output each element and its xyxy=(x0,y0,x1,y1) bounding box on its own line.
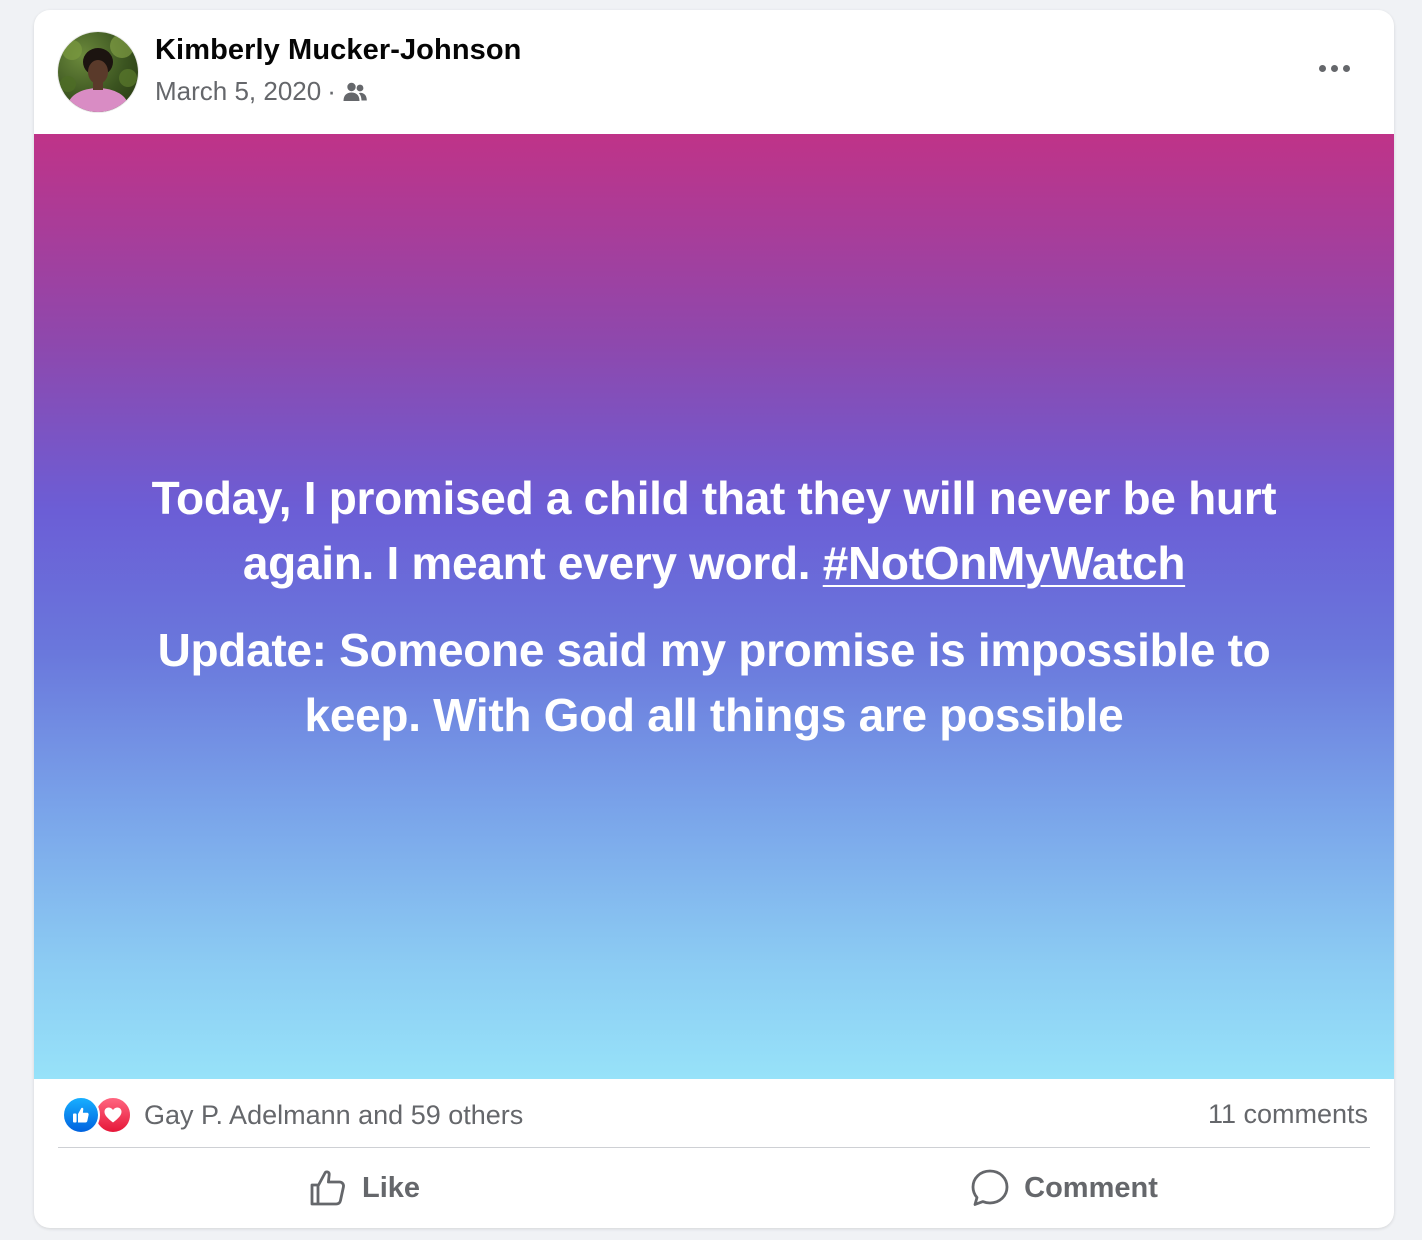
author-avatar[interactable] xyxy=(58,32,138,112)
post-stats: Gay P. Adelmann and 59 others 11 comment… xyxy=(34,1079,1394,1147)
meta-separator: · xyxy=(327,76,336,106)
post-background: Today, I promised a child that they will… xyxy=(34,134,1394,1079)
author-name[interactable]: Kimberly Mucker-Johnson xyxy=(155,34,522,67)
like-button[interactable]: Like xyxy=(34,1152,714,1224)
reactions-summary[interactable]: Gay P. Adelmann and 59 others xyxy=(62,1096,523,1134)
friends-icon[interactable] xyxy=(342,81,368,103)
post-text-line-1: Today, I promised a child that they will… xyxy=(124,466,1304,596)
like-reaction-icon xyxy=(62,1096,100,1134)
post-card: Kimberly Mucker-Johnson March 5, 2020 · … xyxy=(34,10,1394,1228)
post-actions: Like Comment xyxy=(34,1152,1394,1224)
hashtag-link[interactable]: #NotOnMyWatch xyxy=(823,537,1186,589)
reactors-text[interactable]: Gay P. Adelmann and 59 others xyxy=(144,1100,523,1131)
actions-divider xyxy=(58,1147,1370,1148)
post-meta: March 5, 2020 · xyxy=(155,76,368,107)
comments-count[interactable]: 11 comments xyxy=(1208,1099,1368,1130)
thumbs-up-icon xyxy=(310,1170,345,1206)
comment-label: Comment xyxy=(1024,1171,1158,1204)
post-text: Today, I promised a child that they will… xyxy=(124,466,1304,748)
avatar-photo xyxy=(60,34,137,112)
comment-button[interactable]: Comment xyxy=(714,1152,1394,1224)
post-text-update: Update: Someone said my promise is impos… xyxy=(157,623,1271,741)
post-date[interactable]: March 5, 2020 xyxy=(155,76,321,107)
more-options-icon[interactable] xyxy=(1300,46,1368,90)
like-label: Like xyxy=(361,1171,421,1204)
post-header: Kimberly Mucker-Johnson March 5, 2020 · xyxy=(34,10,1394,134)
comment-bubble-icon xyxy=(971,1169,1009,1206)
